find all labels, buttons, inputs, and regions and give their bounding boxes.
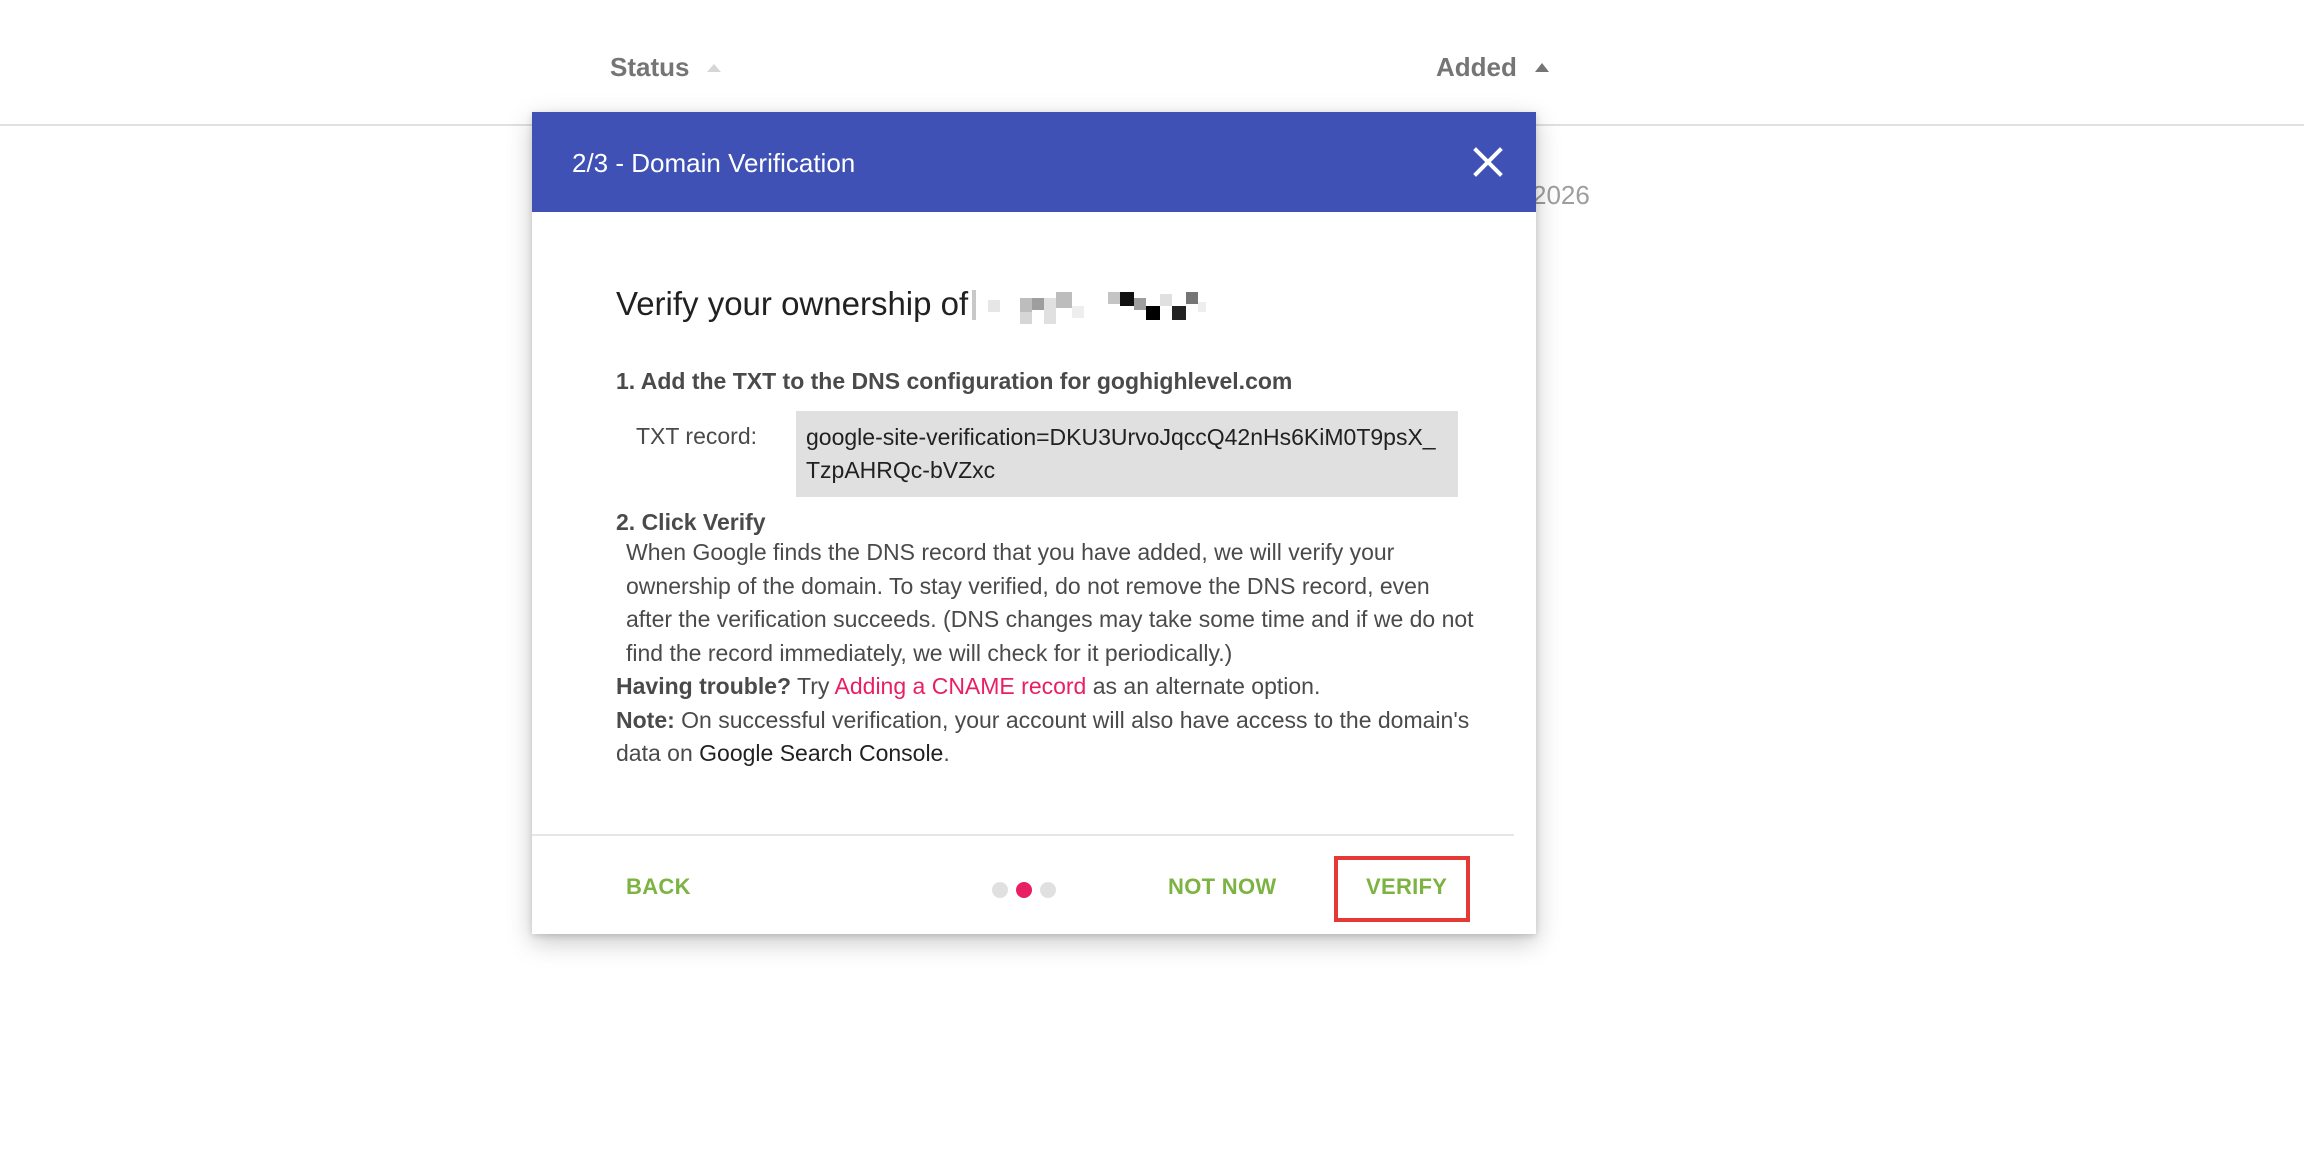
table-header: Status Added (0, 0, 2304, 126)
trouble-label: Having trouble? (616, 673, 792, 699)
verify-button[interactable]: VERIFY (1366, 874, 1447, 900)
column-header-status[interactable]: Status (610, 52, 722, 83)
step-dot-active (1016, 882, 1032, 898)
dialog-header: 2/3 - Domain Verification (532, 112, 1536, 212)
not-now-button[interactable]: NOT NOW (1168, 874, 1276, 900)
search-console-link[interactable]: Google Search Console (699, 740, 943, 766)
sort-arrow-up-icon (1534, 63, 1549, 72)
trouble-line: Having trouble? Try Adding a CNAME recor… (616, 670, 1476, 704)
note-end: . (943, 740, 950, 766)
dialog-title: 2/3 - Domain Verification (572, 148, 856, 178)
step-dot (992, 882, 1008, 898)
txt-record-row: TXT record: google-site-verification=DKU… (616, 411, 1476, 497)
column-header-status-label: Status (610, 52, 690, 82)
txt-record-label: TXT record: (636, 423, 757, 449)
column-header-added-label: Added (1436, 52, 1517, 82)
back-button[interactable]: BACK (626, 874, 691, 900)
column-header-added[interactable]: Added (1436, 52, 1549, 83)
step2-description: When Google finds the DNS record that yo… (626, 539, 1474, 666)
dialog-body: Verify your ownership of 1. Add the TXT … (616, 278, 1476, 771)
step-indicator (992, 882, 1056, 898)
redacted-domain (972, 284, 1232, 324)
close-icon (1473, 147, 1503, 177)
verify-heading: Verify your ownership of (616, 278, 1476, 330)
page: Status Added 2026 2/3 - Domain Verificat… (0, 0, 2304, 1164)
trouble-pre: Try (791, 673, 835, 699)
cname-record-link[interactable]: Adding a CNAME record (835, 673, 1087, 699)
txt-record-value[interactable]: google-site-verification=DKU3UrvoJqccQ42… (796, 411, 1458, 497)
note-line: Note: On successful verification, your a… (616, 704, 1476, 771)
trouble-post: as an alternate option. (1086, 673, 1321, 699)
verify-heading-text: Verify your ownership of (616, 285, 969, 322)
step2-title: 2. Click Verify (616, 509, 766, 535)
step-dot (1040, 882, 1056, 898)
domain-verification-dialog: 2/3 - Domain Verification Verify your ow… (532, 112, 1536, 934)
note-label: Note: (616, 706, 675, 733)
table-cell-date: 2026 (1532, 180, 1590, 210)
sort-arrow-up-icon (707, 63, 722, 72)
step1-title: 1. Add the TXT to the DNS configuration … (616, 368, 1293, 394)
close-button[interactable] (1464, 138, 1512, 186)
dialog-footer: BACK NOT NOW VERIFY (532, 834, 1514, 936)
